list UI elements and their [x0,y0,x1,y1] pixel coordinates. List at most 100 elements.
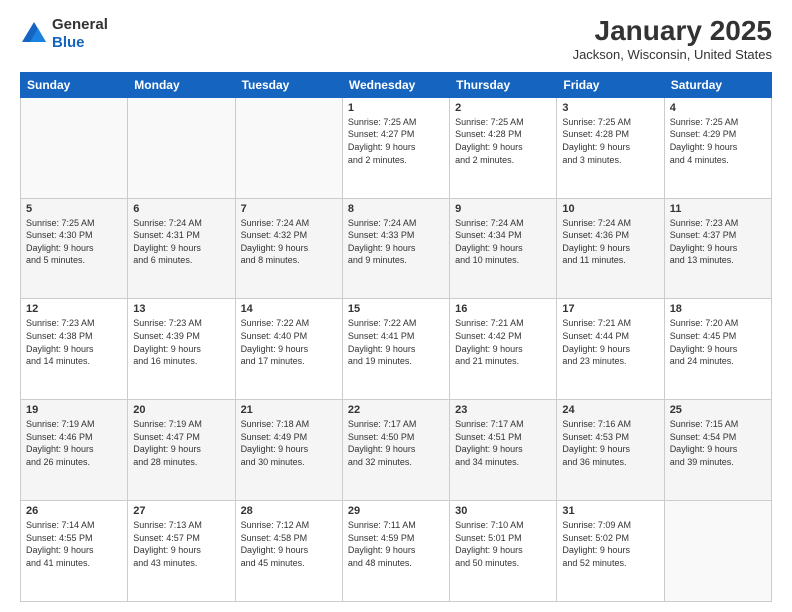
day-cell: 29Sunrise: 7:11 AM Sunset: 4:59 PM Dayli… [342,501,449,602]
day-info: Sunrise: 7:12 AM Sunset: 4:58 PM Dayligh… [241,519,337,569]
day-info: Sunrise: 7:09 AM Sunset: 5:02 PM Dayligh… [562,519,658,569]
day-number: 20 [133,404,229,416]
day-info: Sunrise: 7:14 AM Sunset: 4:55 PM Dayligh… [26,519,122,569]
day-info: Sunrise: 7:24 AM Sunset: 4:31 PM Dayligh… [133,217,229,267]
day-number: 6 [133,203,229,215]
day-cell: 13Sunrise: 7:23 AM Sunset: 4:39 PM Dayli… [128,299,235,400]
page: General Blue January 2025 Jackson, Wisco… [0,0,792,612]
day-cell: 10Sunrise: 7:24 AM Sunset: 4:36 PM Dayli… [557,198,664,299]
day-info: Sunrise: 7:23 AM Sunset: 4:37 PM Dayligh… [670,217,766,267]
day-cell: 2 Sunrise: 7:25 AM Sunset: 4:28 PM Daylig… [450,97,557,198]
day-number: 8 [348,203,444,215]
week-row-1: 1 Sunrise: 7:25 AM Sunset: 4:27 PM Daylig… [21,97,772,198]
day-cell: 7Sunrise: 7:24 AM Sunset: 4:32 PM Daylig… [235,198,342,299]
day-number: 24 [562,404,658,416]
logo-icon [20,20,48,48]
day-number: 23 [455,404,551,416]
day-cell: 11Sunrise: 7:23 AM Sunset: 4:37 PM Dayli… [664,198,771,299]
day-cell: 4Sunrise: 7:25 AM Sunset: 4:29 PM Daylig… [664,97,771,198]
day-cell: 1 Sunrise: 7:25 AM Sunset: 4:27 PM Daylig… [342,97,449,198]
day-number: 26 [26,505,122,517]
day-number: 1 [348,102,444,114]
day-info: Sunrise: 7:24 AM Sunset: 4:33 PM Dayligh… [348,217,444,267]
day-number: 4 [670,102,766,114]
day-cell: 28 Sunrise: 7:12 AM Sunset: 4:58 PM Dayli… [235,501,342,602]
day-cell: 27Sunrise: 7:13 AM Sunset: 4:57 PM Dayli… [128,501,235,602]
day-number: 5 [26,203,122,215]
day-cell: 16Sunrise: 7:21 AM Sunset: 4:42 PM Dayli… [450,299,557,400]
logo: General Blue [20,16,108,52]
day-number: 2 [455,102,551,114]
day-info: Sunrise: 7:22 AM Sunset: 4:40 PM Dayligh… [241,317,337,367]
col-saturday: Saturday [664,72,771,97]
day-info: Sunrise: 7:25 AM Sunset: 4:27 PM Dayligh… [348,116,444,166]
title-block: January 2025 Jackson, Wisconsin, United … [573,16,772,62]
day-cell: 18 Sunrise: 7:20 AM Sunset: 4:45 PM Dayli… [664,299,771,400]
logo-text: General Blue [52,16,108,52]
day-number: 31 [562,505,658,517]
day-number: 15 [348,303,444,315]
day-info: Sunrise: 7:24 AM Sunset: 4:36 PM Dayligh… [562,217,658,267]
day-info: Sunrise: 7:16 AM Sunset: 4:53 PM Dayligh… [562,418,658,468]
week-row-4: 19Sunrise: 7:19 AM Sunset: 4:46 PM Dayli… [21,400,772,501]
day-cell: 19Sunrise: 7:19 AM Sunset: 4:46 PM Dayli… [21,400,128,501]
day-cell: 20 Sunrise: 7:19 AM Sunset: 4:47 PM Dayli… [128,400,235,501]
day-number: 17 [562,303,658,315]
month-title: January 2025 [573,16,772,47]
day-number: 28 [241,505,337,517]
day-number: 29 [348,505,444,517]
day-info: Sunrise: 7:24 AM Sunset: 4:34 PM Dayligh… [455,217,551,267]
day-cell: 31 Sunrise: 7:09 AM Sunset: 5:02 PM Dayli… [557,501,664,602]
day-info: Sunrise: 7:19 AM Sunset: 4:47 PM Dayligh… [133,418,229,468]
col-friday: Friday [557,72,664,97]
day-info: Sunrise: 7:17 AM Sunset: 4:51 PM Dayligh… [455,418,551,468]
logo-blue: Blue [52,34,108,52]
day-number: 13 [133,303,229,315]
day-number: 14 [241,303,337,315]
day-number: 3 [562,102,658,114]
day-cell [21,97,128,198]
day-info: Sunrise: 7:23 AM Sunset: 4:38 PM Dayligh… [26,317,122,367]
day-number: 30 [455,505,551,517]
day-info: Sunrise: 7:21 AM Sunset: 4:44 PM Dayligh… [562,317,658,367]
day-cell: 3Sunrise: 7:25 AM Sunset: 4:28 PM Daylig… [557,97,664,198]
day-cell: 22 Sunrise: 7:17 AM Sunset: 4:50 PM Dayli… [342,400,449,501]
day-cell: 15 Sunrise: 7:22 AM Sunset: 4:41 PM Dayli… [342,299,449,400]
day-info: Sunrise: 7:10 AM Sunset: 5:01 PM Dayligh… [455,519,551,569]
day-number: 27 [133,505,229,517]
calendar-table: Sunday Monday Tuesday Wednesday Thursday… [20,72,772,602]
day-cell: 8 Sunrise: 7:24 AM Sunset: 4:33 PM Daylig… [342,198,449,299]
day-info: Sunrise: 7:20 AM Sunset: 4:45 PM Dayligh… [670,317,766,367]
day-cell: 25Sunrise: 7:15 AM Sunset: 4:54 PM Dayli… [664,400,771,501]
day-cell: 9 Sunrise: 7:24 AM Sunset: 4:34 PM Daylig… [450,198,557,299]
day-number: 16 [455,303,551,315]
day-number: 9 [455,203,551,215]
day-info: Sunrise: 7:22 AM Sunset: 4:41 PM Dayligh… [348,317,444,367]
day-number: 12 [26,303,122,315]
week-row-2: 5Sunrise: 7:25 AM Sunset: 4:30 PM Daylig… [21,198,772,299]
day-number: 22 [348,404,444,416]
logo-general: General [52,16,108,34]
day-info: Sunrise: 7:19 AM Sunset: 4:46 PM Dayligh… [26,418,122,468]
calendar-header-row: Sunday Monday Tuesday Wednesday Thursday… [21,72,772,97]
day-cell: 23 Sunrise: 7:17 AM Sunset: 4:51 PM Dayli… [450,400,557,501]
col-thursday: Thursday [450,72,557,97]
day-cell: 21Sunrise: 7:18 AM Sunset: 4:49 PM Dayli… [235,400,342,501]
col-sunday: Sunday [21,72,128,97]
day-info: Sunrise: 7:17 AM Sunset: 4:50 PM Dayligh… [348,418,444,468]
day-cell [664,501,771,602]
day-number: 18 [670,303,766,315]
day-info: Sunrise: 7:25 AM Sunset: 4:28 PM Dayligh… [455,116,551,166]
day-number: 7 [241,203,337,215]
day-cell: 6 Sunrise: 7:24 AM Sunset: 4:31 PM Daylig… [128,198,235,299]
day-info: Sunrise: 7:18 AM Sunset: 4:49 PM Dayligh… [241,418,337,468]
day-cell: 14 Sunrise: 7:22 AM Sunset: 4:40 PM Dayli… [235,299,342,400]
col-monday: Monday [128,72,235,97]
location: Jackson, Wisconsin, United States [573,47,772,62]
day-cell [128,97,235,198]
day-cell: 30 Sunrise: 7:10 AM Sunset: 5:01 PM Dayli… [450,501,557,602]
week-row-3: 12 Sunrise: 7:23 AM Sunset: 4:38 PM Dayli… [21,299,772,400]
day-cell [235,97,342,198]
day-cell: 12 Sunrise: 7:23 AM Sunset: 4:38 PM Dayli… [21,299,128,400]
day-number: 25 [670,404,766,416]
